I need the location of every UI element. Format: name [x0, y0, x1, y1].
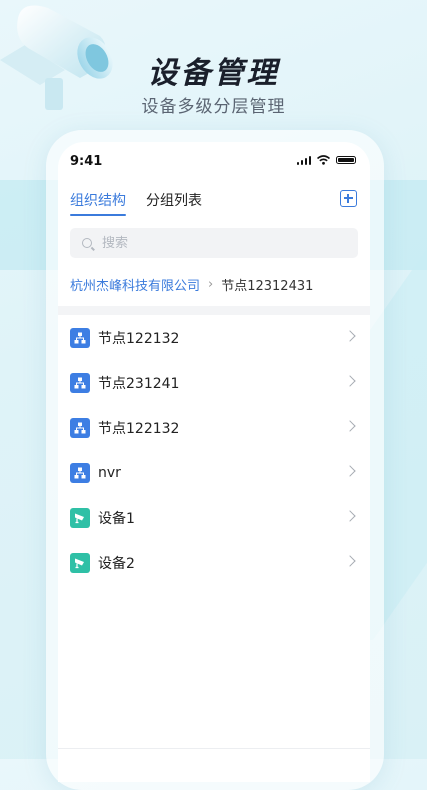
org-node-icon: [70, 372, 90, 393]
list-item-label: 节点122132: [98, 420, 180, 437]
list-item[interactable]: 设备2: [58, 540, 370, 585]
list-item[interactable]: nvr: [58, 450, 370, 495]
bottom-divider: [58, 748, 370, 749]
chevron-right-icon: [344, 375, 356, 387]
list-item-label: nvr: [98, 464, 121, 481]
breadcrumb: 杭州杰峰科技有限公司 › 节点12312431: [70, 275, 313, 294]
list-item[interactable]: 节点231241: [58, 360, 370, 405]
node-list: 节点122132 节点231241 节点122132 nvr 设备1 设备2: [58, 315, 370, 585]
tab-bar: 组织结构 分组列表: [70, 190, 202, 216]
hero-subtitle: 设备多级分层管理: [141, 97, 286, 117]
search-input[interactable]: [100, 234, 344, 252]
tab-group-list[interactable]: 分组列表: [146, 190, 202, 216]
list-item-label: 节点231241: [98, 375, 180, 392]
camera-device-icon: [70, 507, 90, 528]
hero-title: 设备管理: [147, 56, 280, 91]
list-item[interactable]: 节点122132: [58, 405, 370, 450]
status-icons: [296, 155, 356, 165]
search-bar[interactable]: [70, 228, 358, 258]
chevron-right-icon: ›: [208, 277, 214, 292]
cellular-signal-icon: [296, 155, 311, 165]
list-item-label: 节点122132: [98, 330, 180, 347]
org-node-icon: [70, 417, 90, 438]
chevron-right-icon: [344, 510, 356, 522]
breadcrumb-current: 节点12312431: [221, 279, 314, 294]
tab-org-structure[interactable]: 组织结构: [70, 190, 126, 216]
status-bar: 9:41: [58, 142, 370, 180]
battery-icon: [336, 156, 356, 164]
chevron-right-icon: [344, 420, 356, 432]
org-node-icon: [70, 462, 90, 483]
phone-screen: 9:41 组织结构 分组列表 杭州杰峰科技有限公司 › 节点12312431: [58, 142, 370, 782]
list-item[interactable]: 节点122132: [58, 315, 370, 360]
wifi-icon: [317, 155, 330, 165]
list-item[interactable]: 设备1: [58, 495, 370, 540]
chevron-right-icon: [344, 465, 356, 477]
status-time: 9:41: [70, 154, 103, 169]
section-divider: [58, 306, 370, 315]
chevron-right-icon: [344, 555, 356, 567]
search-icon: [82, 238, 92, 248]
add-icon[interactable]: [340, 190, 357, 207]
list-item-label: 设备2: [98, 555, 135, 572]
list-item-label: 设备1: [98, 510, 135, 527]
breadcrumb-root-link[interactable]: 杭州杰峰科技有限公司: [70, 275, 200, 294]
org-node-icon: [70, 327, 90, 348]
chevron-right-icon: [344, 330, 356, 342]
camera-device-icon: [70, 552, 90, 573]
